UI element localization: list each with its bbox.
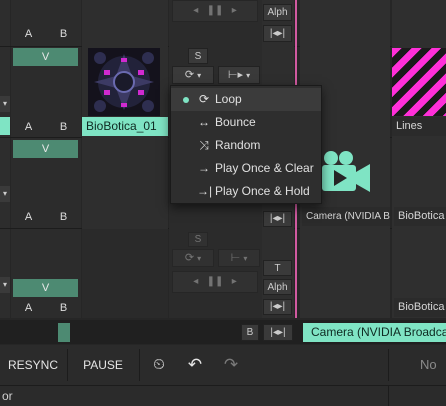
solo-button[interactable]: S <box>188 232 208 247</box>
transport-bar-top[interactable]: ◂ ❚❚ ▸ <box>172 0 258 22</box>
loop-menu-item[interactable]: ⟳ Loop <box>171 88 321 111</box>
transition-button[interactable]: T <box>263 260 292 276</box>
clip-label-biobotica-right[interactable]: BioBotica <box>394 298 446 317</box>
preview-source-label[interactable]: Camera (NVIDIA Broadca <box>303 323 446 342</box>
layer-dropdown-1[interactable]: ▾ <box>0 96 10 112</box>
solo-button[interactable]: S <box>188 48 208 64</box>
footer-divider <box>388 349 389 381</box>
clip-label-biobotica-right[interactable]: BioBotica <box>394 207 446 226</box>
clip-label-biobotica[interactable]: BioBotica_01 <box>82 117 168 136</box>
resync-button[interactable]: RESYNC <box>0 345 66 385</box>
ab-b-button[interactable]: B <box>46 298 81 318</box>
blackout-button[interactable]: B <box>241 324 259 341</box>
clip-thumbnail-biobotica[interactable] <box>88 48 160 116</box>
loop-menu-item-label: Random <box>215 138 261 152</box>
footer-status-text: No <box>420 357 437 372</box>
loop-menu-item[interactable]: ⤨ Random <box>171 134 321 157</box>
skip-buttons[interactable]: |◂▸| <box>263 324 293 341</box>
chevron-down-icon: ▾ <box>197 71 202 80</box>
selected-dot-icon <box>183 97 189 103</box>
ab-b-button[interactable]: B <box>46 207 81 227</box>
ab-a-button[interactable]: A <box>11 207 46 227</box>
footer-bottom-right-field <box>388 386 389 406</box>
ab-a-button[interactable]: A <box>11 117 46 137</box>
video-toggle[interactable]: V <box>13 140 78 158</box>
skip-buttons[interactable]: |◂▸| <box>263 299 292 315</box>
left-column <box>0 0 10 318</box>
footer-bottom-text: or <box>2 389 13 403</box>
video-toggle[interactable]: V <box>13 48 78 66</box>
chevron-down-icon: ▾ <box>246 71 251 80</box>
loop-menu-item[interactable]: →| Play Once & Hold <box>171 180 321 203</box>
loop-icon: ⟳ <box>198 92 210 106</box>
video-toggle[interactable]: V <box>13 279 78 297</box>
skip-buttons[interactable]: |◂▸| <box>263 211 292 227</box>
skip-back-icon: |◂ <box>269 28 278 39</box>
play-once-clear-icon: → <box>198 161 210 175</box>
loop-mode-dropdown[interactable]: ⟳ ▾ <box>172 249 214 267</box>
layer-dropdown-2[interactable]: ▾ <box>0 186 10 202</box>
clip-ghost-thumbnail <box>82 229 168 318</box>
play-direction-dropdown[interactable]: ⊢ ▾ <box>218 249 260 267</box>
undo-icon[interactable]: ↶ <box>180 345 210 385</box>
biobotica-artwork <box>88 48 160 116</box>
loop-menu-item-label: Bounce <box>215 115 256 129</box>
play-direction-dropdown[interactable]: ⊢▸ ▾ <box>218 66 260 84</box>
ab-a-button[interactable]: A <box>11 24 46 44</box>
clip-label-lines[interactable]: Lines <box>392 117 446 136</box>
loop-menu-item[interactable]: ↔ Bounce <box>171 111 321 134</box>
transport-bar[interactable]: ◂ ❚❚ ▸ <box>172 271 258 293</box>
skip-forward-icon: ▸| <box>277 28 286 39</box>
random-icon: ⤨ <box>199 138 209 152</box>
clip-label-camera[interactable]: Camera (NVIDIA B... <box>302 207 390 226</box>
ab-b-button[interactable]: B <box>46 24 81 44</box>
layer-dropdown-3[interactable]: ▾ <box>0 277 10 293</box>
alpha-button[interactable]: Alph <box>263 4 292 21</box>
loop-menu-item-label: Play Once & Hold <box>215 184 310 198</box>
alpha-button[interactable]: Alph <box>263 279 292 295</box>
loop-mode-menu: ⟳ Loop ↔ Bounce ⤨ Random → Play Once & Clear →| P… <box>170 85 322 204</box>
play-forward-icon: ⊢▸ <box>227 69 244 81</box>
skip-buttons[interactable]: |◂▸| <box>263 25 292 42</box>
loop-menu-item-label: Loop <box>215 92 242 106</box>
ab-b-button[interactable]: B <box>46 117 81 137</box>
footer-divider-h <box>0 385 446 386</box>
layer-teal-marker <box>0 117 10 135</box>
camera-icon <box>318 148 372 196</box>
metronome-icon[interactable]: ⏲ <box>144 345 174 385</box>
loop-menu-item-label: Play Once & Clear <box>215 161 314 175</box>
timeline-scrub-handle[interactable] <box>58 323 70 342</box>
clip-thumbnail-lines[interactable] <box>392 48 446 116</box>
loop-menu-item[interactable]: → Play Once & Clear <box>171 157 321 180</box>
play-once-hold-icon: →| <box>197 184 213 198</box>
loop-icon: ⟳ <box>184 69 195 81</box>
redo-icon[interactable]: ↷ <box>216 345 246 385</box>
ab-a-button[interactable]: A <box>11 298 46 318</box>
footer-divider <box>139 349 140 381</box>
loop-mode-dropdown[interactable]: ⟳ ▾ <box>172 66 214 84</box>
bounce-icon: ↔ <box>198 115 210 129</box>
pause-button[interactable]: PAUSE <box>68 345 138 385</box>
